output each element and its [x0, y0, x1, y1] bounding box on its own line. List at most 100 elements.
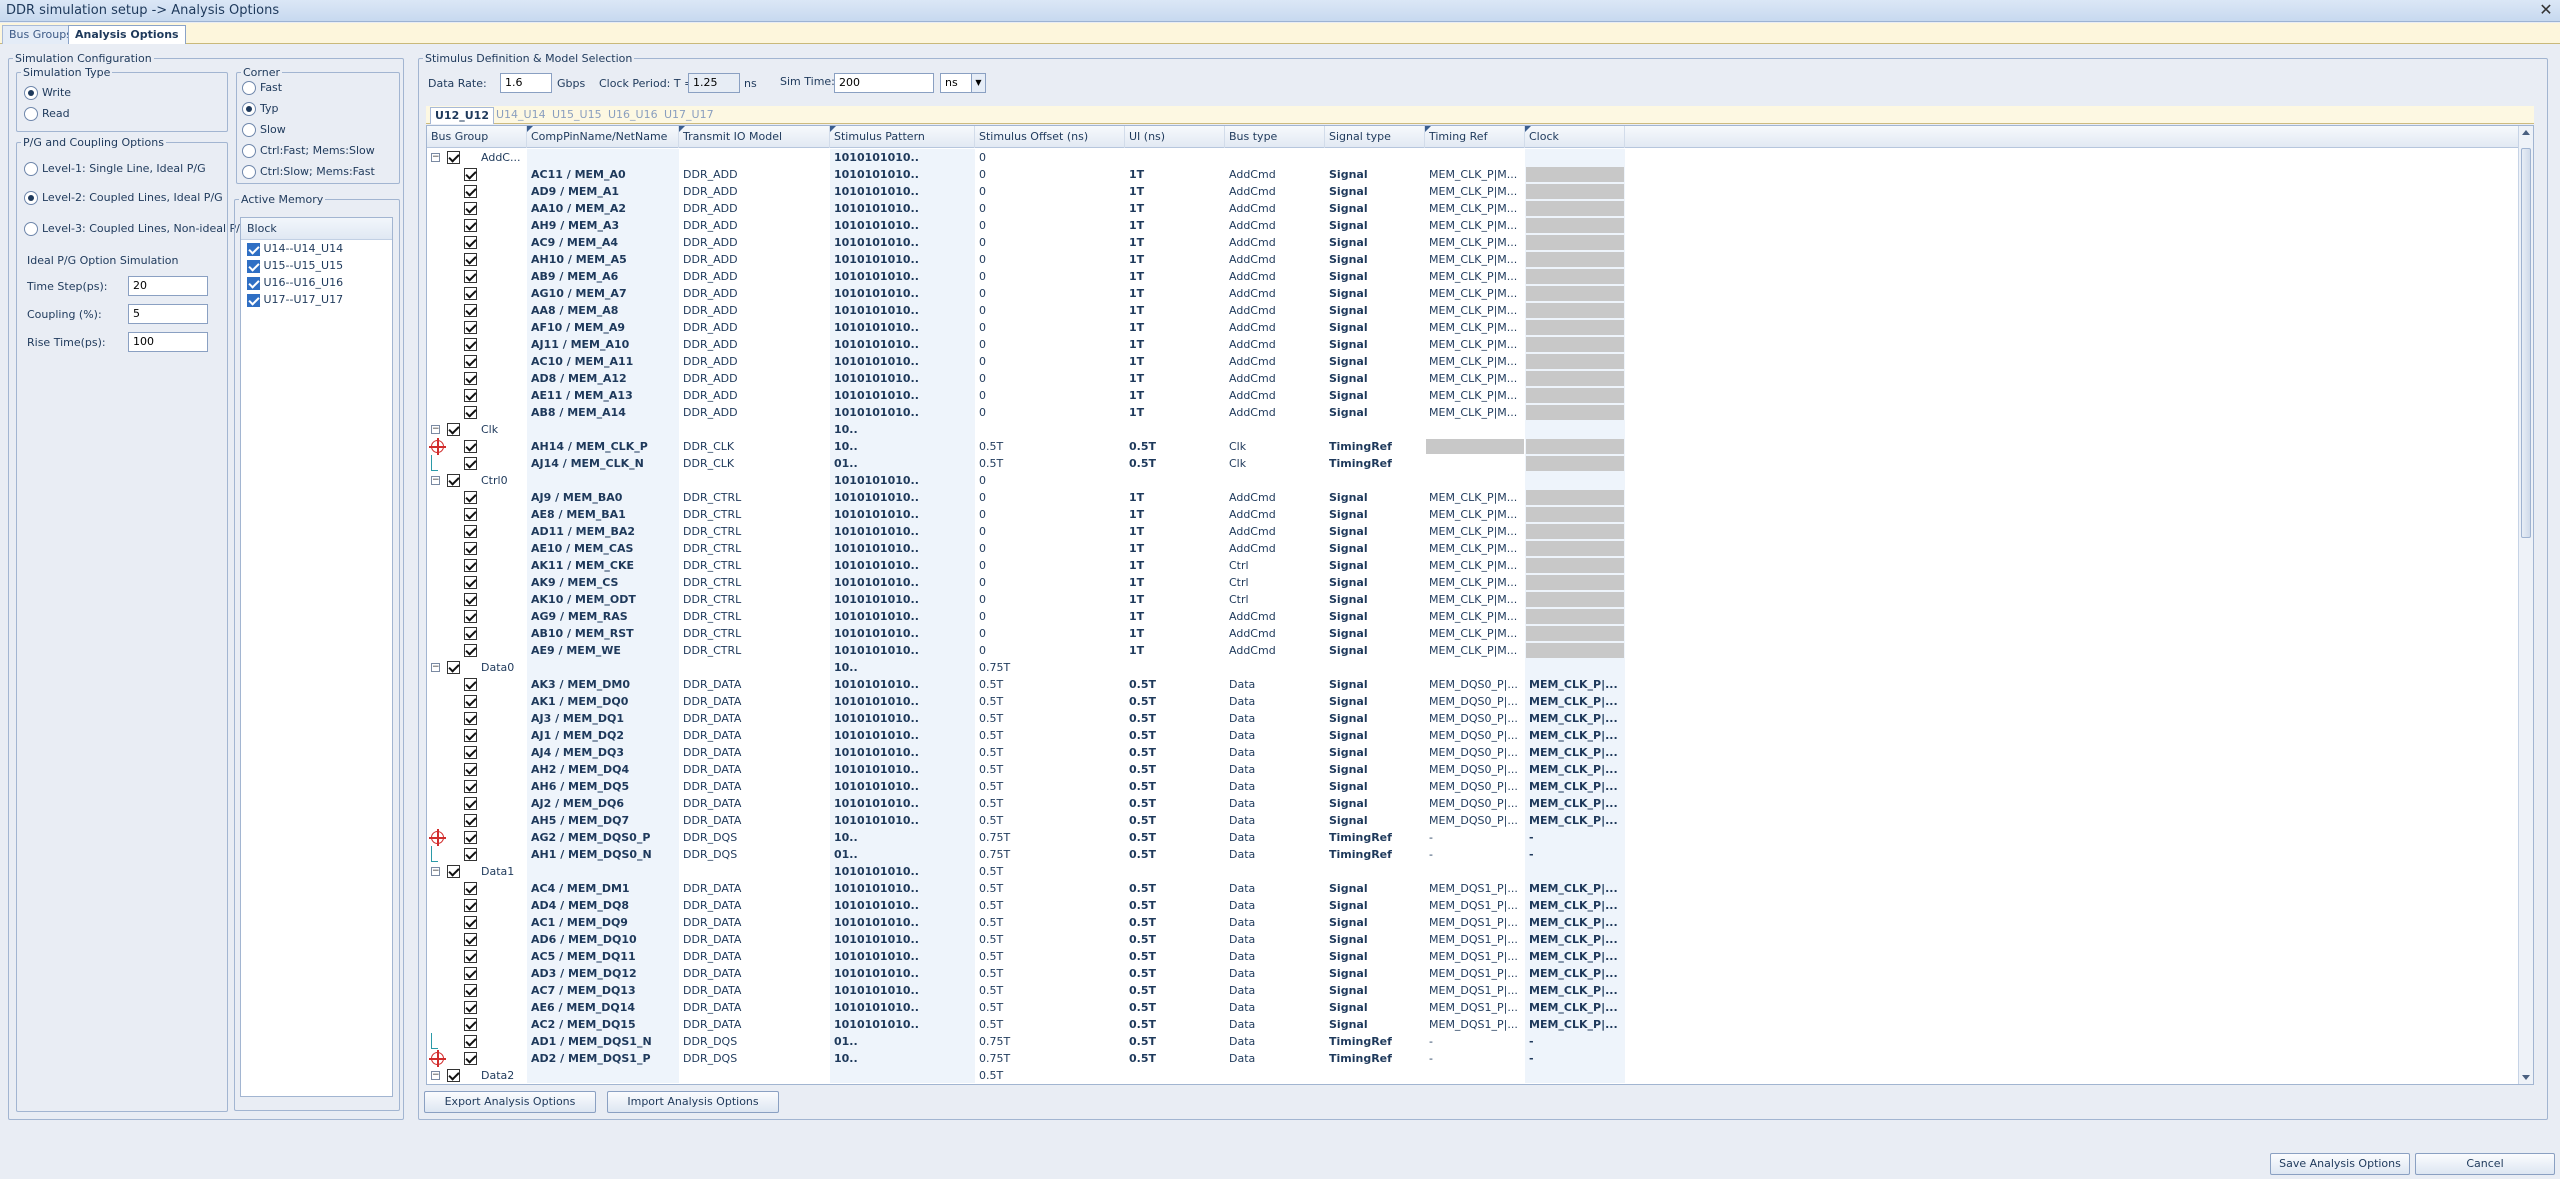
stimulus-offset-cell[interactable]: 0: [975, 200, 1125, 217]
stimulus-pattern-cell[interactable]: 1010101010..: [830, 336, 975, 353]
clock-cell[interactable]: MEM_CLK_P|...: [1525, 999, 1625, 1016]
signal-type-cell[interactable]: Signal: [1325, 404, 1425, 421]
timing-ref-cell[interactable]: -: [1425, 1050, 1525, 1067]
stimulus-offset-cell[interactable]: 0: [975, 489, 1125, 506]
timing-ref-cell[interactable]: MEM_CLK_P|M...: [1425, 489, 1525, 506]
table-row[interactable]: AK9 / MEM_CS DDR_CTRL 1010101010.. 0 1T Ctrl S…: [427, 574, 2519, 591]
stimulus-offset-cell[interactable]: 0: [975, 234, 1125, 251]
table-row[interactable]: AC9 / MEM_A4 DDR_ADD 1010101010.. 0 1T AddCmd…: [427, 234, 2519, 251]
stimulus-pattern-cell[interactable]: 1010101010..: [830, 472, 975, 489]
transmit-io-cell[interactable]: DDR_DATA: [679, 931, 830, 948]
timing-ref-cell[interactable]: MEM_CLK_P|M...: [1425, 319, 1525, 336]
checkbox-icon[interactable]: [464, 729, 477, 742]
clock-cell[interactable]: -: [1525, 1033, 1625, 1050]
table-row[interactable]: AB9 / MEM_A6 DDR_ADD 1010101010.. 0 1T AddCmd…: [427, 268, 2519, 285]
clock-cell[interactable]: MEM_CLK_P|...: [1525, 931, 1625, 948]
scroll-up-icon[interactable]: [2522, 130, 2530, 135]
stimulus-offset-cell[interactable]: 0: [975, 574, 1125, 591]
stimulus-offset-cell[interactable]: 0.5T: [975, 778, 1125, 795]
clock-cell[interactable]: MEM_CLK_P|...: [1525, 897, 1625, 914]
table-row[interactable]: AA10 / MEM_A2 DDR_ADD 1010101010.. 0 1T AddCm…: [427, 200, 2519, 217]
stimulus-offset-cell[interactable]: 0.5T: [975, 948, 1125, 965]
stimulus-pattern-cell[interactable]: 1010101010..: [830, 914, 975, 931]
collapse-icon[interactable]: −: [431, 867, 440, 876]
checkbox-icon[interactable]: [464, 525, 477, 538]
stimulus-pattern-cell[interactable]: 1010101010..: [830, 982, 975, 999]
timing-ref-cell[interactable]: MEM_CLK_P|M...: [1425, 557, 1525, 574]
table-row[interactable]: AE9 / MEM_WE DDR_CTRL 1010101010.. 0 1T AddCm…: [427, 642, 2519, 659]
stimulus-offset-cell[interactable]: 0: [975, 268, 1125, 285]
signal-type-cell[interactable]: Signal: [1325, 200, 1425, 217]
stimulus-offset-cell[interactable]: 0.75T: [975, 659, 1125, 676]
clock-gray-cell[interactable]: [1526, 303, 1624, 318]
signal-type-cell[interactable]: Signal: [1325, 914, 1425, 931]
timing-ref-cell[interactable]: MEM_DQS0_P|...: [1425, 710, 1525, 727]
checkbox-icon[interactable]: [247, 276, 260, 290]
checkbox-icon[interactable]: [447, 474, 460, 487]
comp-pin-cell[interactable]: AC7 / MEM_DQ13: [527, 982, 679, 999]
checkbox-icon[interactable]: [464, 202, 477, 215]
col-timing-ref[interactable]: Timing Ref: [1425, 126, 1525, 148]
col-clock[interactable]: Clock: [1525, 126, 1625, 148]
chevron-down-icon[interactable]: ▼: [971, 74, 985, 92]
bus-type-cell[interactable]: Data: [1225, 829, 1325, 846]
stimulus-pattern-cell[interactable]: 1010101010..: [830, 319, 975, 336]
checkbox-icon[interactable]: [464, 593, 477, 606]
stimulus-pattern-cell[interactable]: 1010101010..: [830, 999, 975, 1016]
comp-pin-cell[interactable]: AK9 / MEM_CS: [527, 574, 679, 591]
comp-pin-cell[interactable]: AD3 / MEM_DQ12: [527, 965, 679, 982]
group-name[interactable]: Ctrl0: [477, 472, 527, 489]
table-row[interactable]: AJ2 / MEM_DQ6 DDR_DATA 1010101010.. 0.5T 0.5…: [427, 795, 2519, 812]
ui-cell[interactable]: 0.5T: [1125, 693, 1225, 710]
bus-type-cell[interactable]: Data: [1225, 1016, 1325, 1033]
stimulus-offset-cell[interactable]: 0: [975, 319, 1125, 336]
stimulus-offset-cell[interactable]: 0: [975, 217, 1125, 234]
table-row[interactable]: AE8 / MEM_BA1 DDR_CTRL 1010101010.. 0 1T AddC…: [427, 506, 2519, 523]
comp-pin-cell[interactable]: AJ14 / MEM_CLK_N: [527, 455, 679, 472]
comp-pin-cell[interactable]: AK3 / MEM_DM0: [527, 676, 679, 693]
clock-cell[interactable]: MEM_CLK_P|...: [1525, 676, 1625, 693]
stimulus-pattern-cell[interactable]: 1010101010..: [830, 591, 975, 608]
checkbox-icon[interactable]: [447, 423, 460, 436]
stimulus-pattern-cell[interactable]: 1010101010..: [830, 217, 975, 234]
stimulus-pattern-cell[interactable]: 1010101010..: [830, 778, 975, 795]
transmit-io-cell[interactable]: DDR_ADD: [679, 404, 830, 421]
table-row[interactable]: AK11 / MEM_CKE DDR_CTRL 1010101010.. 0 1T Ctr…: [427, 557, 2519, 574]
timing-ref-cell[interactable]: MEM_CLK_P|M...: [1425, 387, 1525, 404]
ui-cell[interactable]: 1T: [1125, 336, 1225, 353]
bus-type-cell[interactable]: Data: [1225, 795, 1325, 812]
timing-ref-cell[interactable]: MEM_CLK_P|M...: [1425, 200, 1525, 217]
bus-type-cell[interactable]: Clk: [1225, 438, 1325, 455]
group-row[interactable]: − Data1 1010101010.. 0.5T: [427, 863, 2519, 880]
transmit-io-cell[interactable]: DDR_CTRL: [679, 574, 830, 591]
transmit-io-cell[interactable]: DDR_CTRL: [679, 591, 830, 608]
signal-type-cell[interactable]: Signal: [1325, 302, 1425, 319]
comp-pin-cell[interactable]: AB9 / MEM_A6: [527, 268, 679, 285]
scroll-thumb[interactable]: [2521, 148, 2531, 538]
clock-gray-cell[interactable]: [1526, 337, 1624, 352]
comp-pin-cell[interactable]: AD8 / MEM_A12: [527, 370, 679, 387]
stimulus-offset-cell[interactable]: 0.5T: [975, 965, 1125, 982]
timing-ref-cell[interactable]: MEM_DQS1_P|...: [1425, 1016, 1525, 1033]
stimulus-pattern-cell[interactable]: 1010101010..: [830, 676, 975, 693]
ui-cell[interactable]: 0.5T: [1125, 455, 1225, 472]
comp-pin-cell[interactable]: AK10 / MEM_ODT: [527, 591, 679, 608]
ui-cell[interactable]: 1T: [1125, 540, 1225, 557]
checkbox-icon[interactable]: [464, 678, 477, 691]
clock-gray-cell[interactable]: [1526, 507, 1624, 522]
clock-gray-cell[interactable]: [1526, 558, 1624, 573]
ui-cell[interactable]: 0.5T: [1125, 727, 1225, 744]
bus-type-cell[interactable]: AddCmd: [1225, 523, 1325, 540]
signal-type-cell[interactable]: TimingRef: [1325, 829, 1425, 846]
table-row[interactable]: AJ14 / MEM_CLK_N DDR_CLK 01.. 0.5T 0.5T Clk Ti…: [427, 455, 2519, 472]
signal-type-cell[interactable]: Signal: [1325, 727, 1425, 744]
timing-ref-cell[interactable]: MEM_CLK_P|M...: [1425, 591, 1525, 608]
time-step-input[interactable]: 20: [128, 276, 208, 296]
bus-type-cell[interactable]: AddCmd: [1225, 166, 1325, 183]
col-stimulus-pattern[interactable]: Stimulus Pattern: [830, 126, 975, 148]
transmit-io-cell[interactable]: DDR_DATA: [679, 965, 830, 982]
signal-type-cell[interactable]: Signal: [1325, 761, 1425, 778]
comp-pin-cell[interactable]: AE10 / MEM_CAS: [527, 540, 679, 557]
stimulus-pattern-cell[interactable]: 01..: [830, 846, 975, 863]
stimulus-offset-cell[interactable]: 0: [975, 149, 1125, 166]
